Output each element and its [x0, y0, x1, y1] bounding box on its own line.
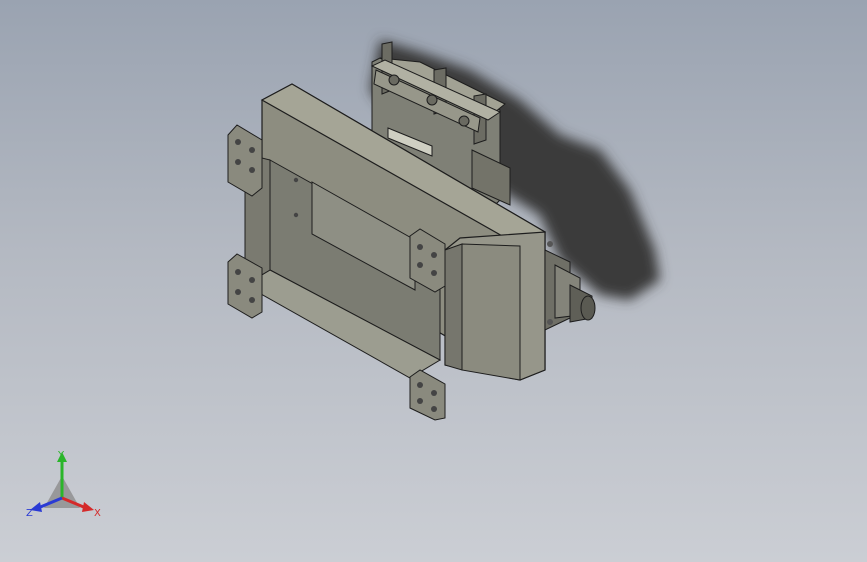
bolt-icon: [388, 74, 400, 86]
triad-y-label: Y: [57, 450, 65, 461]
graphics-viewport[interactable]: Y X Z: [0, 0, 867, 562]
bolt-icon: [458, 115, 470, 127]
orientation-triad: Y X Z: [26, 450, 101, 519]
bolt-icon: [426, 94, 438, 106]
mounting-flange-top-left[interactable]: [227, 124, 263, 197]
bolt-icon: [293, 212, 299, 218]
bolt-icon: [293, 177, 299, 183]
cad-model-view[interactable]: [0, 0, 867, 562]
triad-x-label: X: [94, 508, 101, 519]
triad-z-label: Z: [26, 508, 33, 519]
mounting-flange-bottom-right[interactable]: [409, 369, 446, 421]
